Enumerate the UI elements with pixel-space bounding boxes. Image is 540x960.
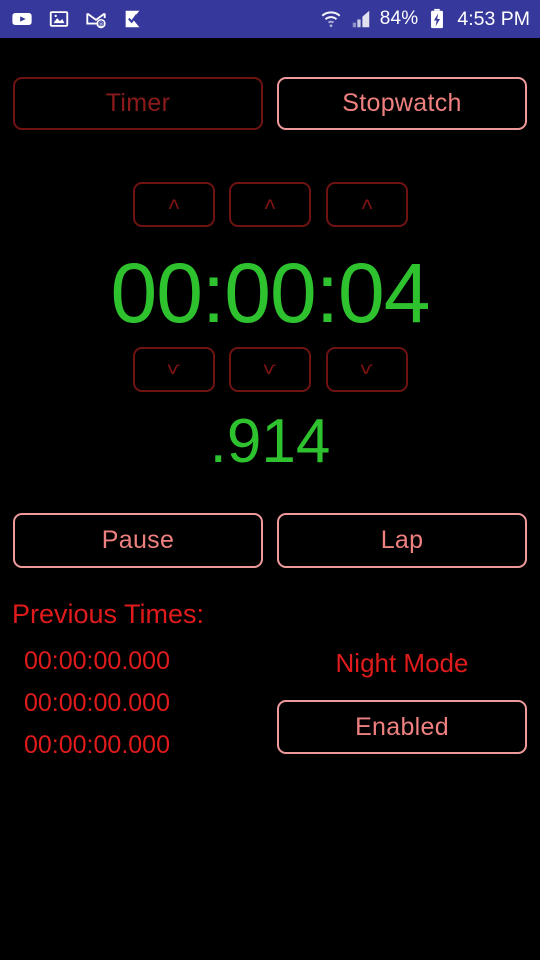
night-mode-state-label: Enabled: [355, 712, 449, 741]
chevron-down-icon: ѵ: [360, 359, 374, 379]
clock-time-label: 4:53 PM: [457, 7, 530, 30]
chevron-up-icon: ʌ: [264, 194, 276, 214]
milliseconds-display: .914: [209, 407, 331, 476]
chevron-down-icon: ѵ: [263, 359, 277, 379]
battery-percent-label: 84%: [379, 8, 419, 29]
previous-times-title: Previous Times:: [12, 599, 205, 629]
cellular-signal-icon: [350, 8, 373, 31]
checkmark-flag-icon: [121, 8, 144, 31]
chevron-up-icon: ʌ: [361, 194, 373, 214]
hours-decrement-button[interactable]: ѵ: [133, 347, 215, 392]
seconds-increment-button[interactable]: ʌ: [326, 182, 408, 227]
status-bar-system: 84% 4:53 PM: [320, 8, 530, 31]
list-item: 00:00:00.000: [24, 647, 170, 675]
wifi-icon: [320, 8, 343, 31]
previous-times-list: 00:00:00.000 00:00:00.000 00:00:00.000: [24, 640, 274, 766]
email-at-icon: @: [84, 8, 107, 31]
list-item: 00:00:00.000: [24, 731, 170, 759]
night-mode-label: Night Mode: [335, 648, 469, 678]
pause-button[interactable]: Pause: [13, 513, 263, 568]
svg-text:@: @: [98, 22, 104, 28]
battery-charging-icon: [425, 8, 448, 31]
minutes-increment-button[interactable]: ʌ: [229, 182, 311, 227]
minutes-decrement-button[interactable]: ѵ: [229, 347, 311, 392]
youtube-icon: [10, 8, 33, 31]
main-time-display: 00:00:04: [110, 246, 431, 340]
lap-button[interactable]: Lap: [277, 513, 527, 568]
chevron-up-icon: ʌ: [168, 194, 180, 214]
increment-button-row: ʌ ʌ ʌ: [0, 182, 540, 227]
list-item: 00:00:00.000: [24, 689, 170, 717]
action-button-row: Pause Lap: [0, 513, 540, 568]
gallery-image-icon: [47, 8, 70, 31]
tab-stopwatch[interactable]: Stopwatch: [277, 77, 527, 130]
tab-stopwatch-label: Stopwatch: [342, 89, 462, 117]
hours-increment-button[interactable]: ʌ: [133, 182, 215, 227]
tab-timer-label: Timer: [105, 89, 171, 117]
seconds-decrement-button[interactable]: ѵ: [326, 347, 408, 392]
pause-button-label: Pause: [101, 526, 175, 554]
mode-selector: Timer Stopwatch: [0, 77, 540, 130]
status-bar: @ 84% 4:53 PM: [0, 0, 540, 38]
chevron-down-icon: ѵ: [167, 359, 181, 379]
stopwatch-app: Timer Stopwatch ʌ ʌ ʌ 00:00:04 ѵ ѵ ѵ .91…: [0, 38, 540, 960]
lap-button-label: Lap: [380, 526, 424, 554]
night-mode-toggle-button[interactable]: Enabled: [277, 700, 527, 754]
decrement-button-row: ѵ ѵ ѵ: [0, 347, 540, 392]
tab-timer[interactable]: Timer: [13, 77, 263, 130]
status-bar-notifications: @: [10, 8, 144, 31]
